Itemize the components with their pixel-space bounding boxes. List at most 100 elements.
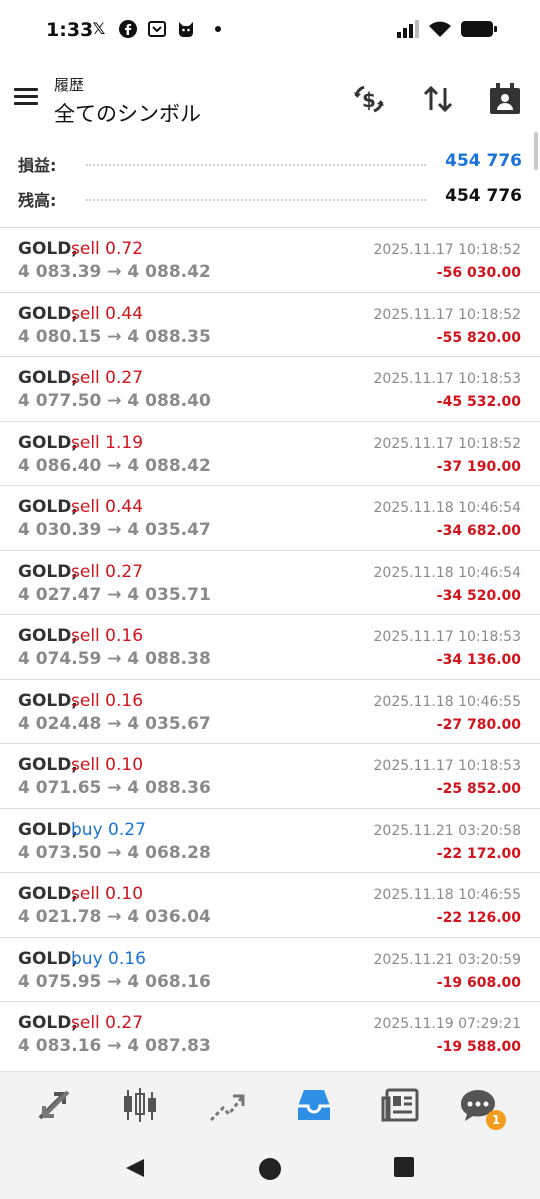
deal-row[interactable]: GOLD, buy 0.16 4 075.95 → 4 068.16 2025.11.… [0, 936, 540, 1001]
deal-prices: 4 077.50 → 4 088.40 [18, 391, 211, 411]
deal-prices: 4 080.15 → 4 088.35 [18, 326, 211, 347]
deal-date: 2025.11.21 03:20:59 [373, 951, 522, 968]
deal-prices: 4 030.39 → 4 035.47 [18, 520, 211, 540]
deal-date: 2025.11.17 10:18:52 [373, 435, 522, 452]
deal-date: 2025.11.17 10:18:52 [373, 306, 522, 323]
deal-prices: 4 083.16 → 4 087.83 [18, 1036, 211, 1056]
deal-row[interactable]: GOLD, sell 0.27 4 027.47 → 4 035.71 2025.11… [0, 549, 540, 614]
deal-prices: 4 027.47 → 4 035.71 [18, 584, 211, 605]
deal-row[interactable]: GOLD, sell 0.27 4 077.50 → 4 088.40 2025.11… [0, 356, 540, 421]
deal-side: sell 0.16 [71, 690, 144, 711]
scrollbar[interactable] [534, 132, 538, 170]
deal-symbol: GOLD, [18, 368, 78, 388]
deal-profit: -22 172.00 [436, 845, 521, 862]
deal-date: 2025.11.17 10:18:53 [373, 758, 522, 774]
menu-icon[interactable] [14, 86, 40, 108]
chart-icon[interactable] [120, 1086, 160, 1124]
facebook-icon [118, 19, 138, 39]
deal-date: 2025.11.18 10:46:54 [373, 564, 522, 581]
deal-row[interactable]: GOLD, sell 0.10 4 021.78 → 4 036.04 2025.11… [0, 872, 540, 937]
wifi-icon [429, 21, 451, 37]
balance-value: 454 776 [445, 186, 522, 206]
deal-prices: 4 083.39 → 4 088.42 [18, 262, 211, 282]
deal-prices: 4 073.50 → 4 068.28 [18, 842, 211, 863]
deal-symbol: GOLD, [18, 819, 78, 840]
deal-side: sell 0.44 [71, 303, 144, 324]
sort-icon[interactable] [421, 82, 455, 116]
back-icon[interactable] [124, 1157, 146, 1183]
bookmark-icon [147, 19, 167, 39]
deal-symbol: GOLD, [18, 303, 78, 324]
profit-label: 損益: [18, 156, 57, 175]
deal-side: sell 0.16 [71, 626, 144, 646]
deal-side: sell 0.10 [71, 884, 144, 904]
deal-prices: 4 071.65 → 4 088.36 [18, 778, 211, 798]
trade-icon[interactable] [207, 1086, 247, 1124]
quotes-icon[interactable] [34, 1086, 74, 1124]
deal-prices: 4 074.59 → 4 088.38 [18, 649, 211, 669]
page-subtitle: 履歴 [54, 76, 85, 94]
home-icon[interactable] [258, 1157, 282, 1185]
calendar-person-icon[interactable] [488, 82, 522, 116]
deal-prices: 4 086.40 → 4 088.42 [18, 455, 211, 476]
system-nav [0, 1137, 540, 1199]
page-title[interactable]: 全てのシンボル [54, 98, 201, 128]
deal-date: 2025.11.17 10:18:53 [373, 371, 522, 387]
deal-side: sell 0.72 [71, 239, 144, 259]
deal-row[interactable]: GOLD, sell 1.19 4 086.40 → 4 088.42 2025.11… [0, 420, 540, 485]
deal-row[interactable]: GOLD, sell 0.72 4 083.39 → 4 088.42 2025.11… [0, 227, 540, 292]
deal-row[interactable]: GOLD, sell 0.16 4 024.48 → 4 035.67 2025.11… [0, 678, 540, 743]
deal-profit: -55 820.00 [436, 329, 521, 346]
deal-profit: -25 852.00 [436, 781, 521, 797]
deal-profit: -19 588.00 [436, 1039, 521, 1055]
profit-value: 454 776 [445, 151, 522, 171]
deal-profit: -19 608.00 [436, 974, 521, 991]
deal-date: 2025.11.18 10:46:54 [373, 500, 522, 516]
chat-icon[interactable]: 1 [458, 1086, 506, 1130]
deal-profit: -27 780.00 [436, 716, 521, 733]
deal-prices: 4 024.48 → 4 035.67 [18, 713, 211, 734]
deal-side: buy 0.27 [71, 819, 146, 840]
deal-row[interactable]: GOLD, sell 0.44 4 030.39 → 4 035.47 2025.11… [0, 485, 540, 550]
deal-row[interactable]: GOLD, sell 0.16 4 074.59 → 4 088.38 2025.11… [0, 614, 540, 679]
deal-list: GOLD, sell 0.72 4 083.39 → 4 088.42 2025.11… [0, 227, 540, 1066]
x-icon: 𝕏 [92, 19, 106, 38]
summary-panel: 損益: 454 776 残高: 454 776 [0, 140, 540, 226]
deal-profit: -34 520.00 [436, 587, 521, 604]
deal-row[interactable]: GOLD, sell 0.10 4 071.65 → 4 088.36 2025.11… [0, 743, 540, 808]
status-time: 1:33 [46, 19, 94, 41]
deal-symbol: GOLD, [18, 239, 78, 259]
battery-icon [461, 21, 497, 37]
deal-profit: -45 532.00 [436, 394, 521, 410]
deal-profit: -34 136.00 [436, 652, 521, 668]
deal-date: 2025.11.17 10:18:53 [373, 629, 522, 645]
deal-side: sell 1.19 [71, 432, 144, 453]
deal-side: sell 0.27 [71, 368, 144, 388]
currency-exchange-icon[interactable]: $ [352, 82, 386, 116]
deal-symbol: GOLD, [18, 755, 78, 775]
deal-date: 2025.11.18 10:46:55 [373, 693, 522, 710]
deal-profit: -56 030.00 [436, 265, 521, 281]
deal-date: 2025.11.19 07:29:21 [373, 1016, 522, 1032]
deal-profit: -37 190.00 [436, 458, 521, 475]
deal-symbol: GOLD, [18, 884, 78, 904]
deal-row[interactable]: GOLD, buy 0.27 4 073.50 → 4 068.28 2025.11.… [0, 807, 540, 872]
deal-symbol: GOLD, [18, 948, 78, 969]
recents-icon[interactable] [394, 1157, 414, 1181]
dotted-leader [86, 164, 426, 166]
deal-side: sell 0.44 [71, 497, 144, 517]
news-icon[interactable] [381, 1086, 421, 1124]
deal-symbol: GOLD, [18, 497, 78, 517]
signal-icon [397, 20, 419, 38]
balance-label: 残高: [18, 191, 57, 210]
deal-symbol: GOLD, [18, 561, 78, 582]
deal-side: buy 0.16 [71, 948, 146, 969]
deal-row[interactable]: GOLD, sell 0.27 4 083.16 → 4 087.83 2025.11… [0, 1001, 540, 1066]
deal-symbol: GOLD, [18, 1013, 78, 1033]
chat-badge: 1 [486, 1110, 506, 1130]
deal-side: sell 0.27 [71, 1013, 144, 1033]
deal-profit: -34 682.00 [436, 523, 521, 539]
dotted-leader [86, 199, 426, 201]
history-icon[interactable] [294, 1086, 334, 1124]
deal-row[interactable]: GOLD, sell 0.44 4 080.15 → 4 088.35 2025.11… [0, 291, 540, 356]
